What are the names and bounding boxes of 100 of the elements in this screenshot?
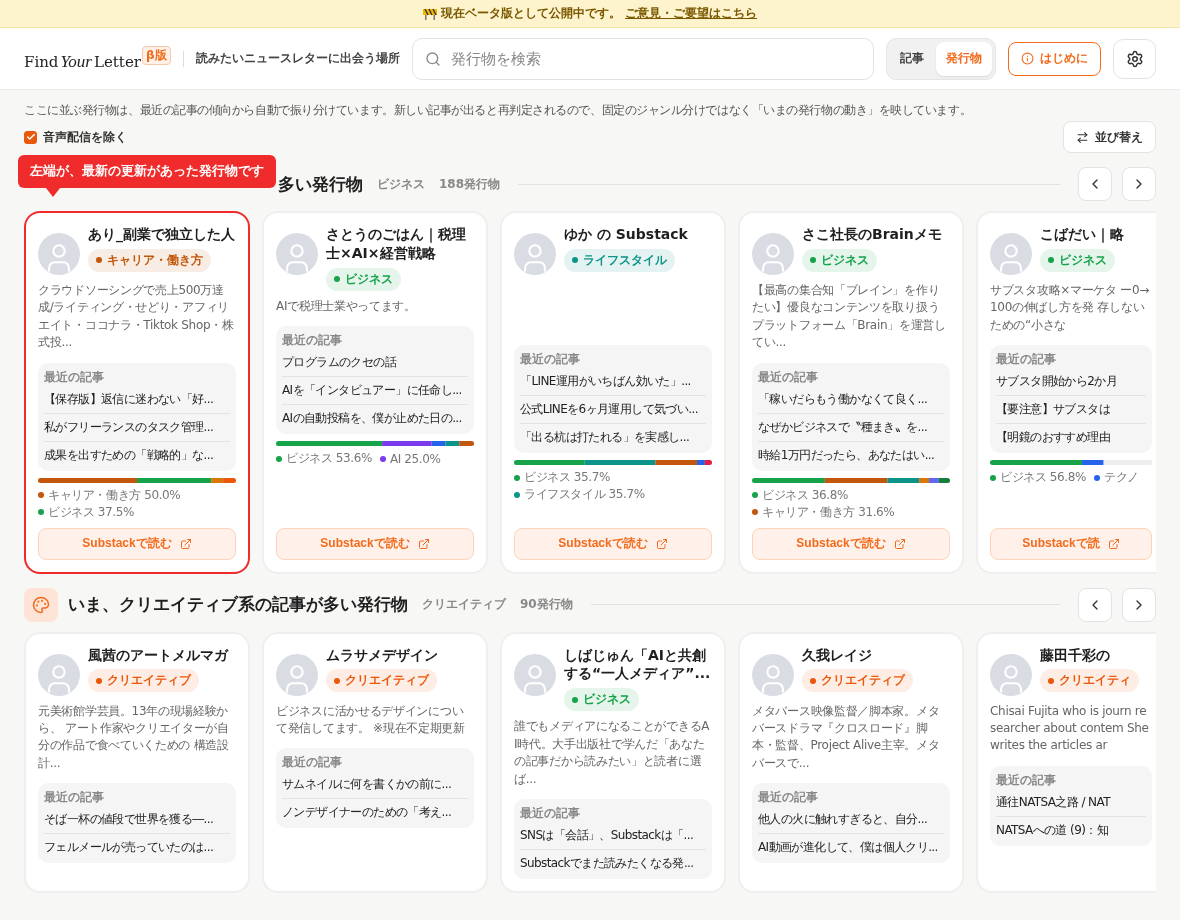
- article-link[interactable]: 公式LINEを6ヶ月運用して気づい...: [520, 396, 706, 424]
- feedback-link[interactable]: ご意見・ご要望はこちら: [625, 5, 757, 22]
- avatar-placeholder: [276, 653, 318, 696]
- article-link[interactable]: 【明鏡のおすすめ理由: [996, 424, 1146, 452]
- publication-card[interactable]: さとうのごはん｜税理士×AI×経営戦略 ビジネス AIで税理士業やってます。 最近の記事 プログラムのクセの話 AIを「インタビュアー」に任命し... AIの自動投稿を、僕が止めた日の... ビジネス 53.6% AI 25.0% Substackで読む: [262, 211, 488, 574]
- banner-text: 現在ベータ版として公開中です。: [441, 5, 621, 22]
- genre-label: ライフスタイル: [583, 251, 667, 269]
- publication-card[interactable]: ゆか の Substack ライフスタイル 最近の記事 「LINE運用がいちばん効いた」... 公式LINEを6ヶ月運用して気づい... 「出る杭は打たれる」を実感し... ビジネス 35.7% ライフスタイル 35.7% Substackで読む: [500, 211, 726, 574]
- article-link[interactable]: 「稼いだらもう働かなくて良く...: [758, 385, 944, 414]
- article-link[interactable]: AIを「インタビュアー」に任命し...: [282, 377, 468, 406]
- settings-button[interactable]: [1113, 38, 1156, 79]
- avatar-placeholder: [38, 653, 80, 696]
- external-link-icon: [417, 537, 430, 550]
- article-link[interactable]: Substackでまた読みたくなる発...: [520, 849, 706, 877]
- article-link[interactable]: なぜかビジネスで〝種まき〟を...: [758, 413, 944, 442]
- article-link[interactable]: 時給1万円だったら、あなたはい...: [758, 441, 944, 469]
- publication-name: ゆか の Substack: [564, 225, 688, 244]
- legend-label: ビジネス 35.7%: [524, 469, 610, 486]
- next-button[interactable]: [1122, 167, 1156, 201]
- article-link[interactable]: ノンデザイナーのための「考え...: [282, 799, 468, 827]
- publication-description: 【最高の集合知「ブレイン」を作りたい】優良なコンテンツを取り扱うプラットフォーム「Brain」を運営してい...: [752, 282, 947, 352]
- article-link[interactable]: サブスタ開始から2か月: [996, 368, 1146, 397]
- previous-button[interactable]: [1078, 587, 1112, 622]
- palette-icon: [32, 595, 50, 614]
- info-icon: [1021, 52, 1034, 65]
- publication-card[interactable]: あり_副業で独立した人 キャリア・働き方 クラウドソーシングで売上500万達成/ライティング・せどり・アフィリエイト・ココナラ・Tiktok Shop・株式投... 最近の記事 【保存版】返信に迷わない「好... 私がフリーランスのタスク管理... 成果を出すための「戦略的」な... キャリア・働き方 50.0% ビジネス 37.5% Substackで読む: [24, 211, 250, 574]
- recent-articles-label: 最近の記事: [996, 351, 1057, 369]
- legend-label: ライフスタイル 35.7%: [524, 486, 645, 503]
- article-link[interactable]: サムネイルに何を書くかの前に...: [282, 771, 468, 800]
- publication-count: 90発行物: [520, 596, 573, 614]
- logo[interactable]: FindYourLetter: [24, 45, 141, 72]
- publication-description: 誰でもメディアになることができるAI時代。大手出版社で学んだ「あなたの記事だから読みたい」と読者に選ば...: [514, 718, 711, 788]
- beta-badge: β版: [141, 45, 171, 65]
- avatar-placeholder: [990, 653, 1032, 696]
- publication-description: 元美術館学芸員。13年の現場経験から、 アート作家やクリエイターが自分の作品で食べていくための 構造設計...: [38, 702, 230, 772]
- publication-name: ムラサメデザイン: [326, 645, 438, 665]
- avatar-placeholder: [752, 233, 794, 275]
- exclude-audio-checkbox[interactable]: [24, 130, 37, 144]
- avatar-placeholder: [990, 233, 1032, 275]
- avatar-placeholder: [276, 233, 318, 275]
- search-field[interactable]: 発行物を検索: [411, 37, 874, 80]
- avatar-placeholder: [38, 233, 80, 275]
- avatar-placeholder: [514, 233, 556, 275]
- recent-articles-label: 最近の記事: [996, 771, 1057, 789]
- section-title: 多い発行物: [278, 172, 363, 196]
- article-link[interactable]: プログラムのクセの話: [282, 349, 468, 378]
- hint-tooltip: 左端が、最新の更新があった発行物です: [18, 155, 276, 188]
- genre-label: クリエイティ: [1059, 672, 1131, 690]
- publication-card[interactable]: こばだい｜略 ビジネス サブスタ攻略×マーケタ ー0→100の伸ばし方を発 存しないための“小さな 最近の記事 サブスタ開始から2か月 【要注意】サブスタは 【明鏡のおすすめ理由 ビジネス 56.8% テクノ Substackで読: [976, 211, 1156, 574]
- article-link[interactable]: そば一杯の値段で世界を獲る―...: [44, 806, 230, 835]
- recent-articles-label: 最近の記事: [282, 332, 343, 350]
- view-tab[interactable]: 記事: [890, 41, 934, 76]
- article-link[interactable]: 「LINE運用がいちばん効いた」...: [520, 368, 706, 396]
- publication-description: ビジネスに活かせるデザインについて発信してます。 ※現在不定期更新: [276, 702, 466, 737]
- genre-label: クリエイティブ: [107, 672, 191, 690]
- article-link[interactable]: AI動画が進化して、僕は個人クリ...: [758, 834, 944, 862]
- article-link[interactable]: 成果を出すための「戦略的」な...: [44, 441, 230, 469]
- publication-name: 藤田千彩の: [1040, 645, 1111, 665]
- tagline: 読みたいニュースレターに出会う場所: [195, 50, 400, 67]
- previous-button[interactable]: [1078, 167, 1112, 201]
- publication-card[interactable]: ムラサメデザイン クリエイティブ ビジネスに活かせるデザインについて発信してます。 ※現在不定期更新 最近の記事 サムネイルに何を書くかの前に... ノンデザイナーのための「考え...: [262, 631, 488, 893]
- publication-name: こばだい｜略: [1040, 225, 1124, 244]
- construction-icon: [423, 7, 437, 20]
- legend-label: AI 25.0%: [389, 451, 441, 466]
- article-link[interactable]: SNSは「会話」、Substackは「...: [520, 821, 706, 850]
- publication-card[interactable]: 久我レイジ クリエイティブ メタバース映像監督／脚本家。メタバースドラマ『クロスロード』脚本・監督、Project Alive主宰。メタバースで... 最近の記事 他人の火に触れすぎると、自分... AI動画が進化して、僕は個人クリ...: [738, 631, 964, 893]
- article-link[interactable]: 【保存版】返信に迷わない「好...: [44, 385, 230, 414]
- recent-articles-label: 最近の記事: [520, 804, 581, 822]
- avatar-placeholder: [514, 653, 556, 696]
- publication-name: さとうのごはん｜税理士×AI×経営戦略: [326, 225, 467, 263]
- article-link[interactable]: 【要注意】サブスタは: [996, 396, 1146, 425]
- article-link[interactable]: AIの自動投稿を、僕が止めた日の...: [282, 405, 468, 433]
- genre-label: クリエイティブ: [821, 672, 905, 690]
- legend-label: ビジネス 36.8%: [762, 486, 848, 504]
- publication-card[interactable]: 風茜のアートメルマガ クリエイティブ 元美術館学芸員。13年の現場経験から、 アート作家やクリエイターが自分の作品で食べていくための 構造設計... 最近の記事 そば一杯の値段で世界を獲る―... フェルメールが売っていたのは...: [24, 631, 250, 893]
- article-link[interactable]: フェルメールが売っていたのは...: [44, 834, 230, 862]
- publication-card[interactable]: 藤田千彩の クリエイティ Chisai Fujita who is journ researcher about contem She writes the articles ar 最近の記事 通往NATSA之路 / NAT NATSAへの道 (9)：知: [976, 631, 1156, 893]
- publication-name: しばじゅん「AIと共創する“一人メディア”...: [564, 645, 712, 684]
- article-link[interactable]: 私がフリーランスのタスク管理...: [44, 413, 230, 442]
- article-link[interactable]: 通往NATSA之路 / NAT: [996, 788, 1146, 817]
- genre-label: ビジネス: [345, 270, 393, 288]
- article-link[interactable]: 「出る杭は打たれる」を実感し...: [520, 424, 706, 451]
- avatar-placeholder: [752, 653, 794, 696]
- publication-count: 188発行物: [439, 175, 501, 193]
- recent-articles-label: 最近の記事: [758, 368, 819, 386]
- publication-name: 久我レイジ: [802, 645, 873, 665]
- article-link[interactable]: NATSAへの道 (9)：知: [996, 816, 1146, 844]
- recent-articles-label: 最近の記事: [282, 754, 343, 772]
- sort-icon: [1076, 130, 1089, 144]
- genre-label: ビジネス: [1059, 251, 1107, 269]
- article-link[interactable]: 他人の火に触れすぎると、自分...: [758, 806, 944, 835]
- publication-card[interactable]: さこ社長のBrainメモ ビジネス 【最高の集合知「ブレイン」を作りたい】優良なコンテンツを取り扱うプラットフォーム「Brain」を運営してい... 最近の記事 「稼いだらもう働かなくて良く... なぜかビジネスで〝種まき〟を... 時給1万円だったら、あなたはい... ビジネス 36.8% キャリア・働き方 31.6% Substackで読む: [738, 211, 964, 574]
- section-genre: ビジネス: [377, 175, 425, 193]
- intro-text: ここに並ぶ発行物は、最近の記事の傾向から自動で振り分けています。新しい記事が出ると再判定されるので、固定のジャンル分けではなく「いまの発行物の動き」を映しています。: [24, 102, 973, 119]
- publication-description: Chisai Fujita who is journ researcher about contem She writes the articles ar: [990, 702, 1150, 755]
- sort-button[interactable]: 並び替え: [1063, 121, 1156, 153]
- next-button[interactable]: [1122, 587, 1156, 622]
- publication-card[interactable]: しばじゅん「AIと共創する“一人メディア”... ビジネス 誰でもメディアになることができるAI時代。大手出版社で学んだ「あなたの記事だから読みたい」と読者に選ば... 最近の記事 SNSは「会話」、Substackは「... Substackでまた読みたくなる発...: [500, 631, 726, 893]
- recent-articles-label: 最近の記事: [44, 789, 105, 807]
- publication-name: 風茜のアートメルマガ: [88, 645, 228, 665]
